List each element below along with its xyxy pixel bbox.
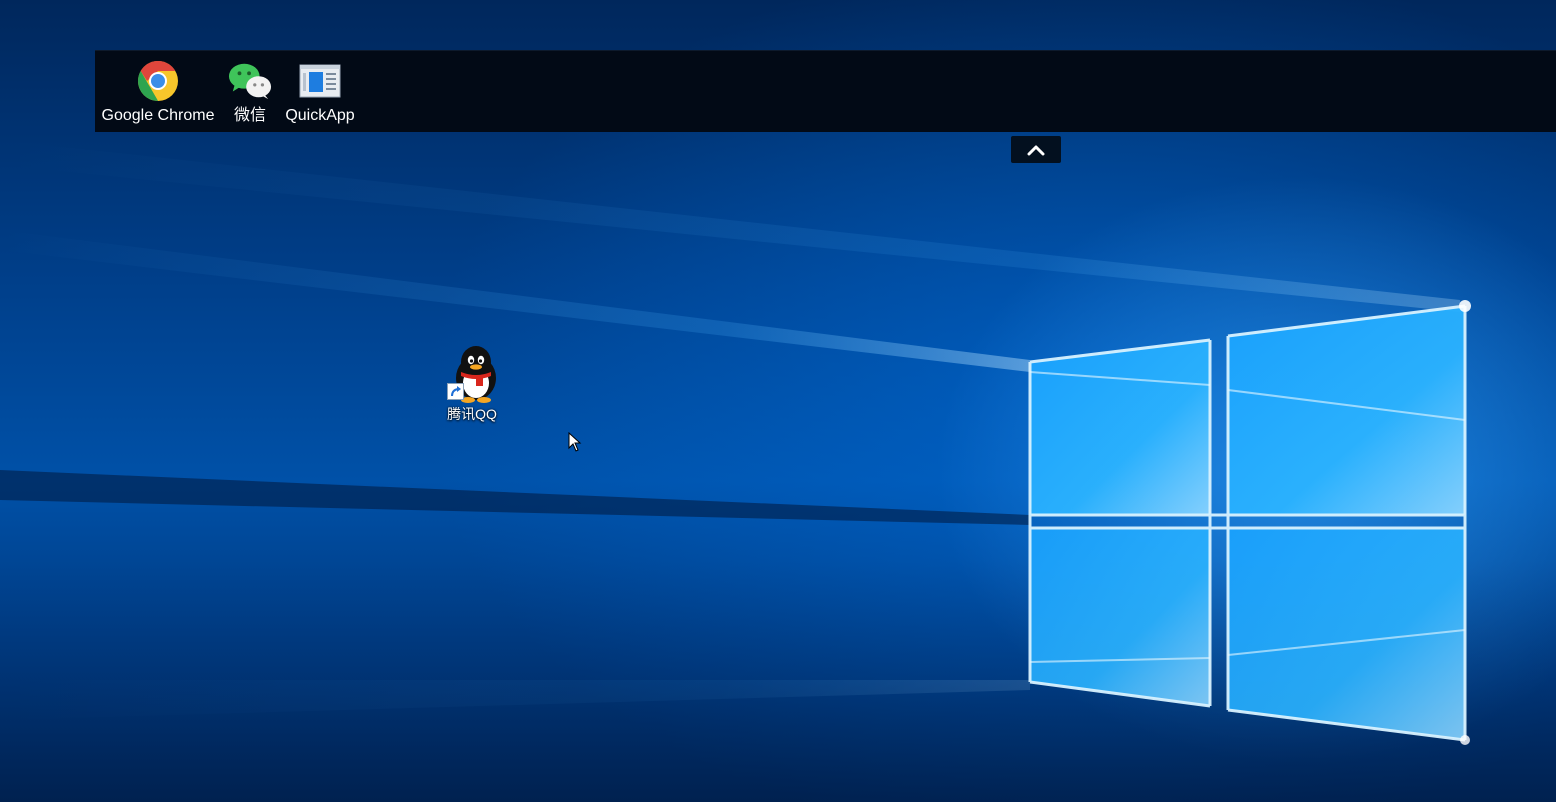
launcher-item-quickapp[interactable]: QuickApp xyxy=(283,59,357,127)
mouse-cursor-icon xyxy=(568,432,582,452)
launcher-item-label: Google Chrome xyxy=(101,107,215,124)
chrome-icon xyxy=(136,59,180,103)
quickapp-icon xyxy=(298,59,342,103)
launcher-collapse-button[interactable] xyxy=(1011,136,1061,163)
shortcut-arrow-icon xyxy=(447,383,464,400)
launcher-item-google-chrome[interactable]: Google Chrome xyxy=(100,59,216,127)
desktop[interactable]: Google Chrome 微信 QuickApp 腾讯QQ xyxy=(0,0,1556,802)
qq-penguin-icon xyxy=(442,340,502,404)
desktop-icon-tencent-qq[interactable]: 腾讯QQ xyxy=(436,340,508,422)
app-launcher-bar: Google Chrome 微信 QuickApp xyxy=(95,50,1556,132)
launcher-item-label: QuickApp xyxy=(285,107,355,124)
launcher-item-label: 微信 xyxy=(233,107,266,124)
wechat-icon xyxy=(228,59,272,103)
chevron-up-icon xyxy=(1027,145,1045,155)
launcher-item-wechat[interactable]: 微信 xyxy=(225,59,275,127)
desktop-icon-label: 腾讯QQ xyxy=(447,406,497,422)
